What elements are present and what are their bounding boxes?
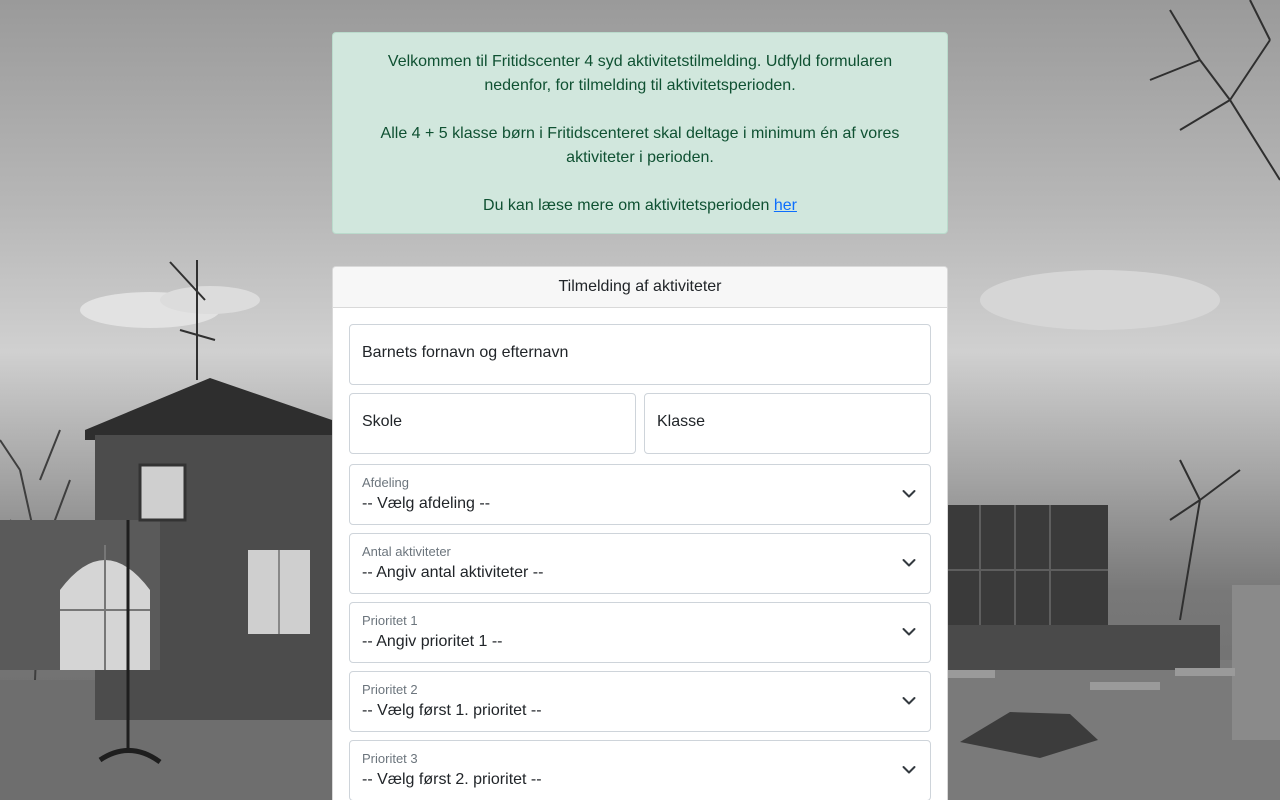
priority-3-label: Prioritet 3 [362,751,418,766]
intro-welcome-text: Velkommen til Fritidscenter 4 syd aktivi… [387,53,893,94]
registration-form-card: Tilmelding af aktiviteter Barnets fornav… [332,266,948,800]
department-label: Afdeling [362,475,409,490]
school-field[interactable]: Skole [349,393,636,454]
intro-read-more: Du kan læse mere om aktivitetsperioden h… [353,194,927,218]
school-placeholder: Skole [362,413,403,430]
main-container: Velkommen til Fritidscenter 4 syd aktivi… [332,32,948,800]
school-class-row: Skole Klasse [349,393,931,454]
class-field[interactable]: Klasse [644,393,931,454]
chevron-down-icon [902,628,916,636]
department-select[interactable]: Afdeling -- Vælg afdeling -- [349,464,931,525]
class-placeholder: Klasse [657,413,706,430]
priority-1-value: -- Angiv prioritet 1 -- [362,633,503,650]
chevron-down-icon [902,490,916,498]
intro-requirement-text: Alle 4 + 5 klasse børn i Fritidscenteret… [380,125,900,166]
read-more-link[interactable]: her [774,197,797,214]
priority-2-label: Prioritet 2 [362,682,418,697]
form-body: Barnets fornavn og efternavn Skole Klass… [333,308,947,800]
activity-count-label: Antal aktiviteter [362,544,451,559]
department-value: -- Vælg afdeling -- [362,495,491,512]
form-title: Tilmelding af aktiviteter [333,267,947,308]
priority-2-value: -- Vælg først 1. prioritet -- [362,702,542,719]
intro-read-more-text: Du kan læse mere om aktivitetsperioden [483,197,774,214]
priority-3-value: -- Vælg først 2. prioritet -- [362,771,542,788]
priority-1-select[interactable]: Prioritet 1 -- Angiv prioritet 1 -- [349,602,931,663]
info-alert: Velkommen til Fritidscenter 4 syd aktivi… [332,32,948,234]
child-name-field[interactable]: Barnets fornavn og efternavn [349,324,931,385]
child-name-placeholder: Barnets fornavn og efternavn [362,344,569,361]
chevron-down-icon [902,559,916,567]
priority-3-select[interactable]: Prioritet 3 -- Vælg først 2. prioritet -… [349,740,931,800]
chevron-down-icon [902,697,916,705]
priority-2-select[interactable]: Prioritet 2 -- Vælg først 1. prioritet -… [349,671,931,732]
chevron-down-icon [902,766,916,774]
priority-1-label: Prioritet 1 [362,613,418,628]
activity-count-value: -- Angiv antal aktiviteter -- [362,564,544,581]
activity-count-select[interactable]: Antal aktiviteter -- Angiv antal aktivit… [349,533,931,594]
